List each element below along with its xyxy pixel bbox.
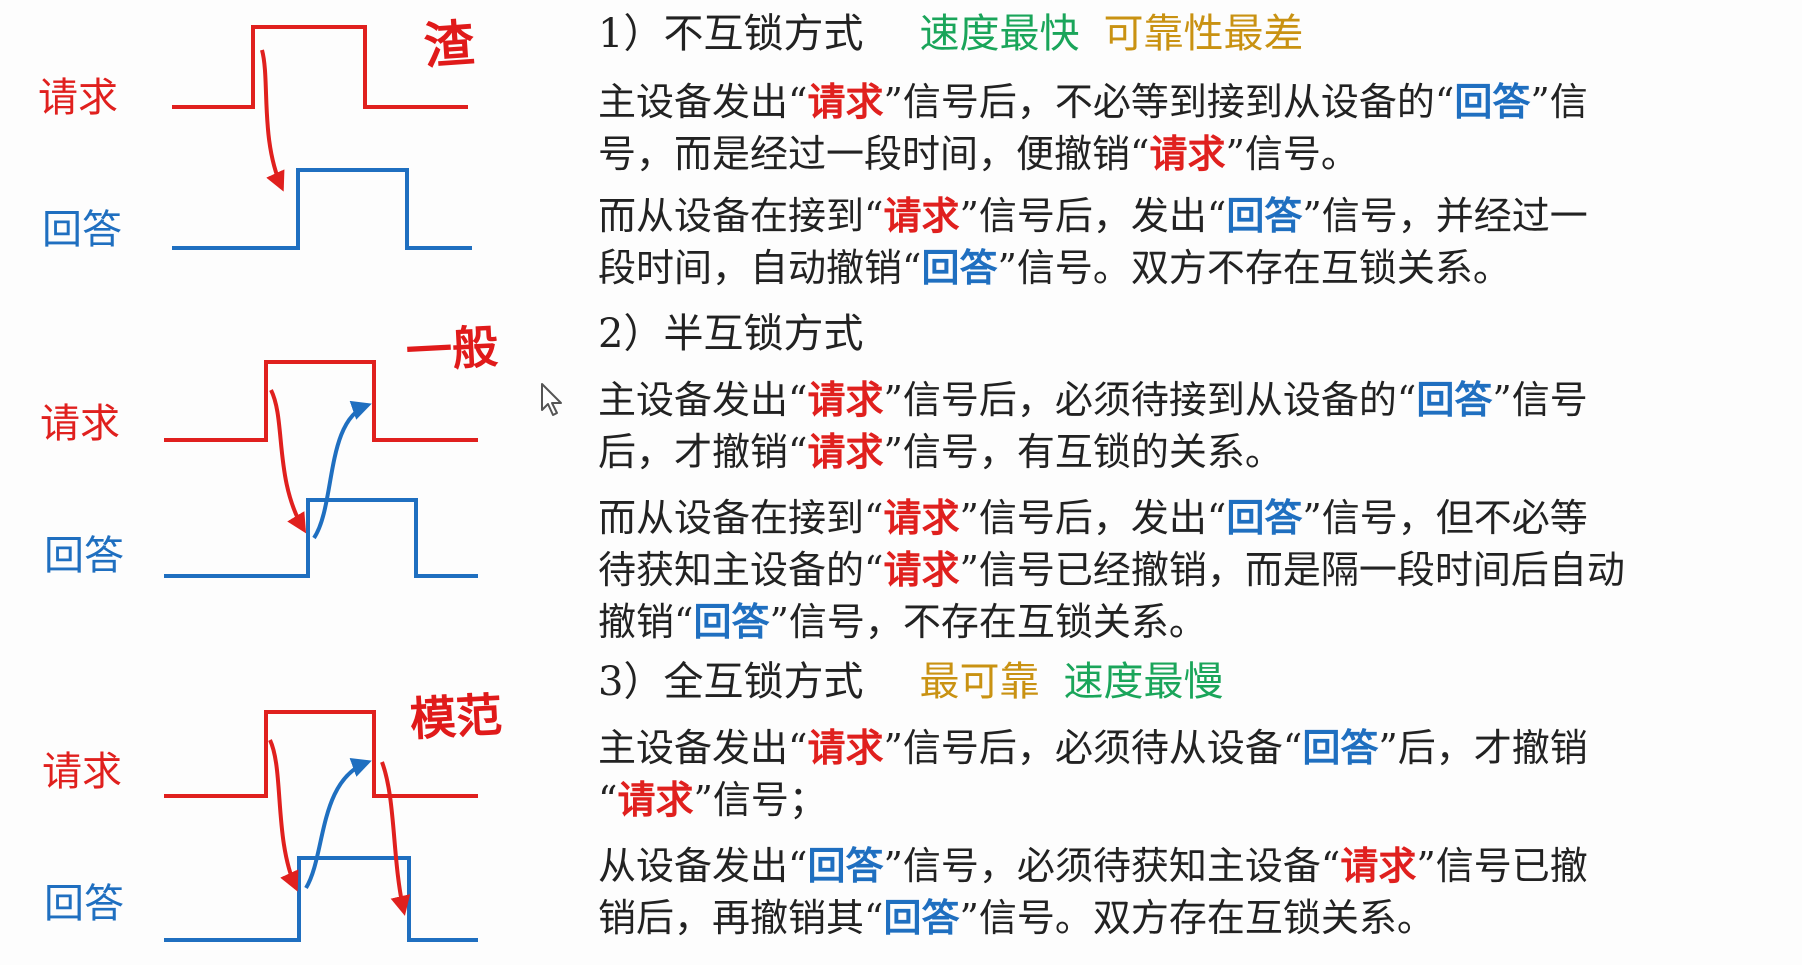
handwritten-note-average: 一般 xyxy=(404,319,500,379)
answer-keyword: 回答 xyxy=(1226,495,1303,540)
section-heading-2: 2）半互锁方式 xyxy=(598,314,863,354)
text-segment: ”信号，有互锁的关系。 xyxy=(883,430,1283,474)
text-segment: 主设备发出“ xyxy=(598,80,808,124)
request-keyword: 请求 xyxy=(883,547,960,592)
answer-waveform-1 xyxy=(172,168,472,250)
diagram-semi-interlocked xyxy=(164,360,478,578)
diagram-fully-interlocked xyxy=(164,710,478,942)
text-segment: ”信号。 xyxy=(1225,132,1359,176)
text-segment: ”信号，但不必等 xyxy=(1302,496,1588,540)
section-title-2: 2）半互锁方式 xyxy=(598,311,864,357)
answer-keyword: 回答 xyxy=(921,245,998,290)
text-segment: 主设备发出“ xyxy=(598,378,808,422)
text-segment: ”信号； xyxy=(693,778,827,822)
tag-least-reliable: 可靠性最差 xyxy=(1103,11,1304,57)
request-label-1: 请求 xyxy=(38,75,118,121)
text-segment: 而从设备在接到“ xyxy=(598,194,884,238)
handwritten-note-bad: 渣 xyxy=(422,14,476,76)
arrow-request-fall-to-answer-fall-3 xyxy=(380,761,411,916)
answer-waveform-2 xyxy=(164,498,478,578)
text-segment: ”信号后，发出“ xyxy=(959,496,1227,540)
tag-most-reliable: 最可靠 xyxy=(919,659,1040,705)
answer-keyword: 回答 xyxy=(693,599,770,644)
request-keyword: 请求 xyxy=(807,377,884,422)
request-keyword: 请求 xyxy=(883,193,960,238)
paragraph: 主设备发出“请求”信号后，不必等到接到从设备的“回答”信 号，而是经过一段时间，便… xyxy=(598,76,1802,180)
paragraph: 而从设备在接到“请求”信号后，发出“回答”信号，但不必等 待获知主设备的“请求”信… xyxy=(598,492,1802,648)
answer-keyword: 回答 xyxy=(1416,377,1493,422)
arrow-request-to-answer-1 xyxy=(260,49,285,192)
request-keyword: 请求 xyxy=(1340,843,1417,888)
text-segment: 撤销“ xyxy=(598,600,694,644)
text-segment: 从设备发出“ xyxy=(598,844,808,888)
request-keyword: 请求 xyxy=(807,725,884,770)
answer-keyword: 回答 xyxy=(1302,725,1379,770)
arrow-answer-to-request-2 xyxy=(312,400,372,540)
section-title-1: 1）不互锁方式 xyxy=(598,11,864,57)
section-heading-1: 1）不互锁方式 速度最快 可靠性最差 xyxy=(598,14,1303,54)
text-segment: 待获知主设备的“ xyxy=(598,548,884,592)
text-segment: ”信号后，必须待从设备“ xyxy=(883,726,1303,770)
text-segment: ”后，才撤销 xyxy=(1378,726,1588,770)
text-segment: 号，而是经过一段时间，便撤销“ xyxy=(598,132,1150,176)
text-segment: ”信号后，发出“ xyxy=(959,194,1227,238)
paragraph: 而从设备在接到“请求”信号后，发出“回答”信号，并经过一 段时间，自动撤销“回答”… xyxy=(598,190,1802,294)
answer-keyword: 回答 xyxy=(807,843,884,888)
arrow-request-to-answer-3 xyxy=(268,739,299,892)
request-keyword: 请求 xyxy=(1149,131,1226,176)
paragraph: 从设备发出“回答”信号，必须待获知主设备“请求”信号已撤 销后，再撤销其“回答”信… xyxy=(598,840,1802,944)
paragraph: 主设备发出“请求”信号后，必须待接到从设备的“回答”信号 后，才撤销“请求”信号，… xyxy=(598,374,1802,478)
text-segment: 而从设备在接到“ xyxy=(598,496,884,540)
handshake-timing-diagrams xyxy=(164,25,478,942)
text-segment: ”信号后，不必等到接到从设备的“ xyxy=(883,80,1455,124)
request-keyword: 请求 xyxy=(807,79,884,124)
answer-keyword: 回答 xyxy=(883,895,960,940)
request-keyword: 请求 xyxy=(807,429,884,474)
request-label-2: 请求 xyxy=(40,401,120,447)
arrow-answer-to-request-3 xyxy=(304,758,372,890)
text-segment: ”信号后，必须待接到从设备的“ xyxy=(883,378,1417,422)
answer-label-3: 回答 xyxy=(44,881,124,927)
text-segment: ”信号，必须待获知主设备“ xyxy=(883,844,1341,888)
arrow-request-to-answer-2 xyxy=(269,389,307,534)
text-segment: 主设备发出“ xyxy=(598,726,808,770)
section-title-3: 3）全互锁方式 xyxy=(598,659,864,705)
request-label-3: 请求 xyxy=(42,749,122,795)
answer-keyword: 回答 xyxy=(1226,193,1303,238)
text-segment: ”信号，不存在互锁关系。 xyxy=(769,600,1207,644)
text-segment: 段时间，自动撤销“ xyxy=(598,246,922,290)
handwritten-note-model: 模范 xyxy=(408,687,504,747)
tag-fastest: 速度最快 xyxy=(919,11,1080,57)
answer-waveform-3 xyxy=(164,856,478,942)
text-segment: “ xyxy=(598,778,618,822)
text-segment: ”信号，并经过一 xyxy=(1302,194,1588,238)
paragraph: 主设备发出“请求”信号后，必须待从设备“回答”后，才撤销 “请求”信号； xyxy=(598,722,1802,826)
request-keyword: 请求 xyxy=(617,777,694,822)
request-keyword: 请求 xyxy=(883,495,960,540)
text-segment: 后，才撤销“ xyxy=(598,430,808,474)
text-segment: 销后，再撤销其“ xyxy=(598,896,884,940)
text-segment: ”信号。双方存在互锁关系。 xyxy=(959,896,1435,940)
text-segment: ”信号已撤 xyxy=(1416,844,1588,888)
text-segment: ”信号。双方不存在互锁关系。 xyxy=(997,246,1511,290)
section-heading-3: 3）全互锁方式 最可靠 速度最慢 xyxy=(598,662,1223,702)
mouse-cursor-icon xyxy=(541,383,562,416)
text-segment: ”信号已经撤销，而是隔一段时间后自动 xyxy=(959,548,1625,592)
answer-keyword: 回答 xyxy=(1454,79,1531,124)
text-segment: ”信 xyxy=(1530,80,1588,124)
tag-slowest: 速度最慢 xyxy=(1063,659,1224,705)
answer-label-1: 回答 xyxy=(42,207,122,253)
answer-label-2: 回答 xyxy=(44,533,124,579)
text-segment: ”信号 xyxy=(1492,378,1588,422)
